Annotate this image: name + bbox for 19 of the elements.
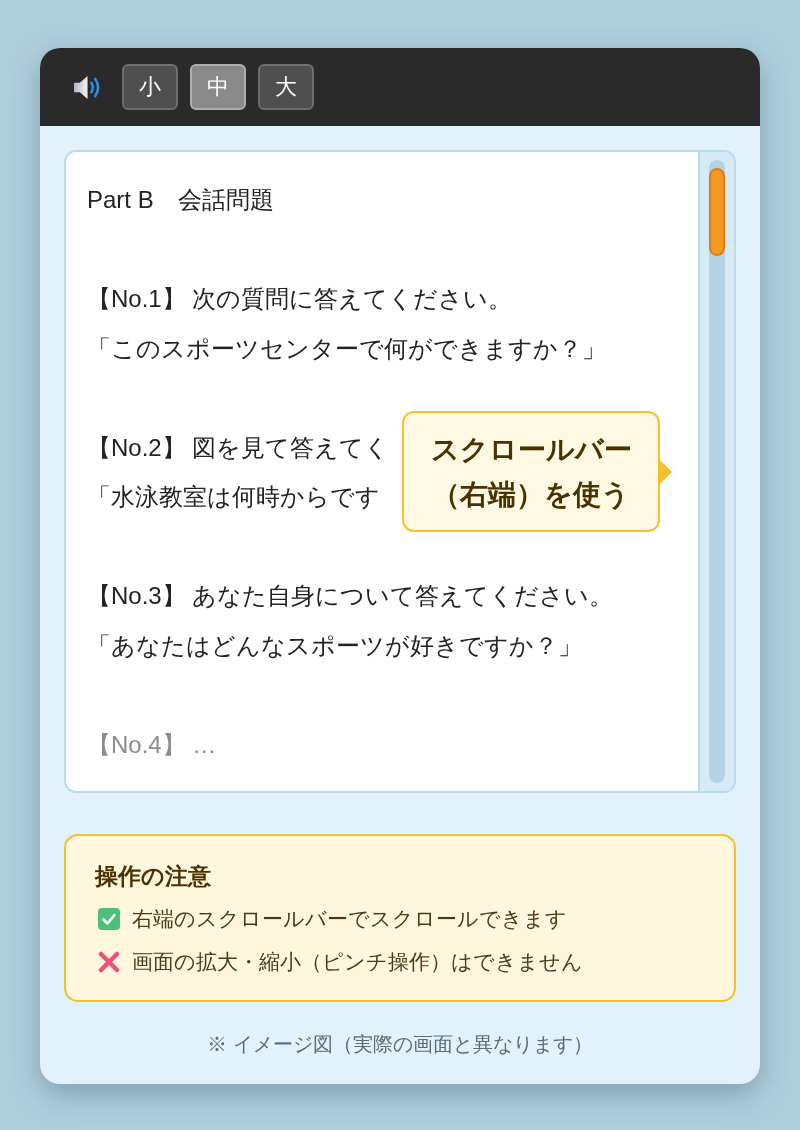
question-prompt: 【No.2】 図を見て答えてく: [87, 432, 390, 463]
question-text: 「あなたはどんなスポーツが好きですか？」: [87, 630, 582, 661]
question-prompt: 【No.3】 あなた自身について答えてください。: [87, 581, 614, 611]
footnote: ※ イメージ図（実際の画面と異なります）: [207, 1032, 593, 1057]
font-size-button[interactable]: 大: [258, 64, 314, 110]
part-title: Part B 会話問題: [87, 185, 274, 215]
notice-text: 画面の拡大・縮小（ピンチ操作）はできません: [132, 948, 583, 975]
question-text: 「水泳教室は何時からです: [87, 482, 380, 512]
notice-text: 右端のスクロールバーでスクロールできます: [132, 905, 567, 932]
scrollbar-thumb[interactable]: [709, 168, 725, 256]
question-text: 「このスポーツセンターで何ができますか？」: [87, 333, 606, 364]
font-size-button[interactable]: 小: [122, 64, 178, 110]
question-prompt: 【No.1】 次の質問に答えてください。: [87, 284, 513, 314]
cross-icon: [98, 950, 120, 973]
scrollbar-track[interactable]: [709, 160, 725, 783]
callout-text: スクロールバー （右端）を使う: [430, 432, 632, 512]
notice-title: 操作の注意: [95, 862, 211, 891]
question-prompt: 【No.4】 …: [87, 729, 217, 760]
check-icon: [98, 907, 120, 930]
